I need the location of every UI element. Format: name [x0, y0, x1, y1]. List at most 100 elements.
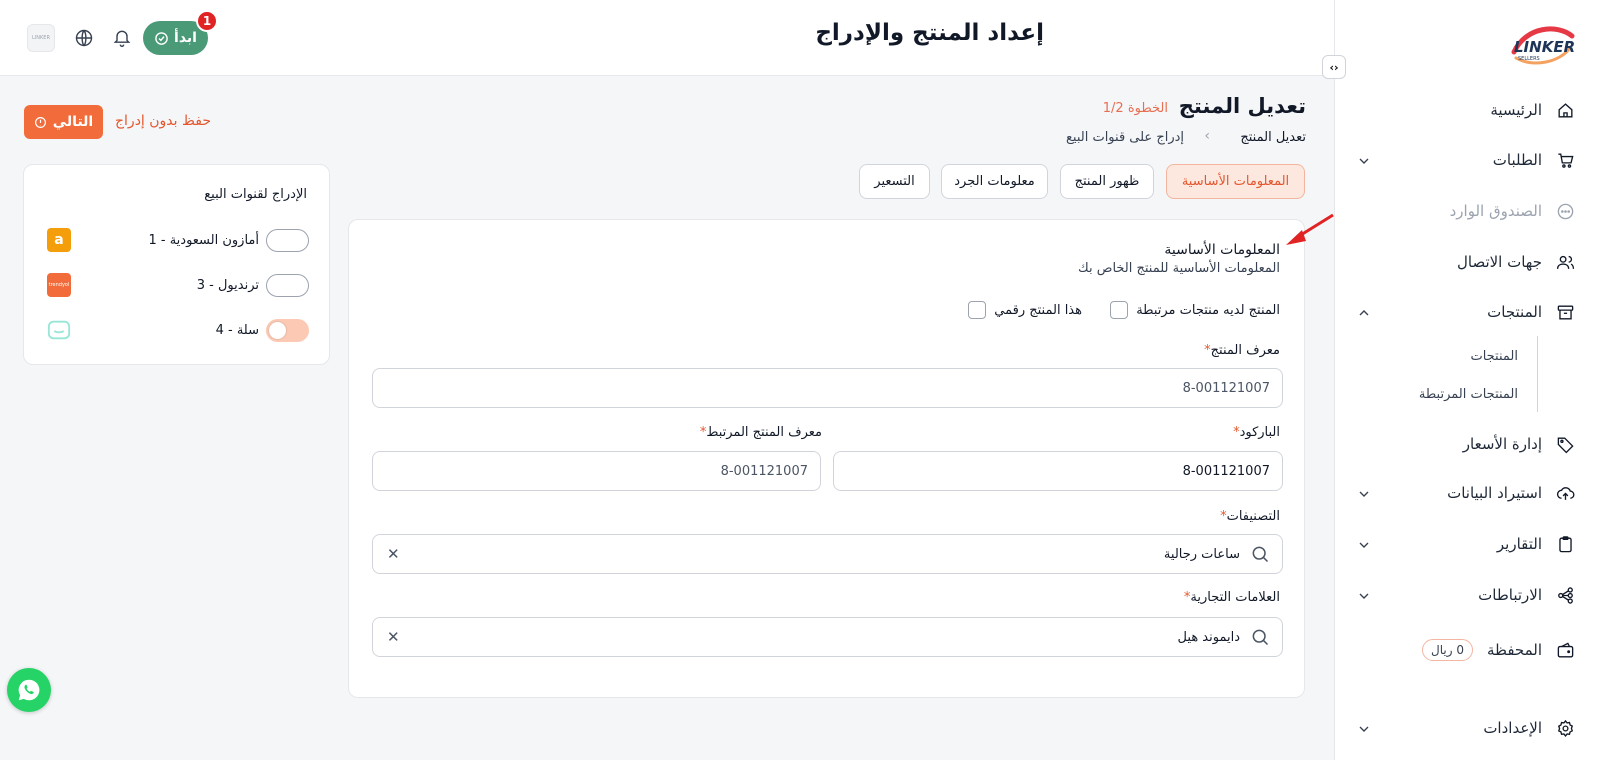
search-icon: [1252, 629, 1269, 646]
sidebar-item-settings[interactable]: الإعدادات: [1356, 713, 1576, 743]
user-avatar-logo[interactable]: LINKER: [27, 24, 55, 52]
chevron-down-icon: [1359, 491, 1369, 497]
related-products-checkbox[interactable]: المنتج لديه منتجات مرتبطة: [1110, 301, 1280, 319]
linked-product-id-input[interactable]: [372, 451, 821, 491]
label-text: معرف المنتج: [1210, 343, 1280, 358]
sidebar-item-contacts[interactable]: جهات الاتصال: [1356, 247, 1576, 277]
chevron-down-icon: [1359, 726, 1369, 732]
checkbox-label: المنتج لديه منتجات مرتبطة: [1136, 302, 1280, 318]
wallet-balance-badge: 0 ريال: [1422, 639, 1473, 661]
search-icon: [1252, 546, 1269, 563]
channel-toggle[interactable]: [266, 274, 309, 297]
label-text: معرف المنتج المرتبط: [706, 425, 822, 440]
trendyol-logo-icon: trendyol: [47, 273, 71, 297]
linked-product-id-label: معرف المنتج المرتبط*: [700, 425, 822, 440]
chevron-up-icon: [1359, 310, 1369, 316]
step-indicator: الخطوة 1/2: [1102, 101, 1168, 116]
users-icon: [1554, 251, 1576, 273]
sidebar-item-label: جهات الاتصال: [1456, 253, 1542, 271]
next-button-label: التالي: [52, 114, 94, 130]
annotation-arrow: [1286, 213, 1334, 245]
sidebar-subitem-linked-products[interactable]: المنتجات المرتبطة: [1419, 387, 1518, 402]
sidebar: LINKER SELLERS الرئيسية الطلبات الصندوق …: [1334, 0, 1600, 760]
sidebar-item-label: الطلبات: [1492, 151, 1542, 169]
categories-select[interactable]: ساعات رجالية ✕: [372, 534, 1283, 574]
bell-icon[interactable]: [110, 26, 134, 50]
channel-toggle[interactable]: [266, 229, 309, 252]
amazon-logo-icon: a: [47, 228, 71, 252]
label-text: التصنيفات: [1226, 509, 1280, 524]
tag-icon: [1554, 433, 1576, 455]
sidebar-item-label: الارتباطات: [1478, 586, 1542, 604]
label-text: العلامات التجارية: [1190, 590, 1280, 605]
channels-title: الإدراج لقنوات البيع: [204, 187, 307, 202]
sidebar-item-label: التقارير: [1496, 535, 1542, 553]
sidebar-item-integrations[interactable]: الارتباطات: [1356, 580, 1576, 610]
whatsapp-icon: [18, 679, 40, 701]
notification-count-badge: 1: [196, 10, 218, 32]
brands-select[interactable]: دايموند هيل ✕: [372, 617, 1283, 657]
product-id-label: معرف المنتج*: [1204, 343, 1280, 358]
collapse-sidebar-button[interactable]: ‹›: [1322, 55, 1346, 79]
sidebar-item-label: الإعدادات: [1483, 719, 1542, 737]
brands-selected-value: دايموند هيل: [1177, 629, 1240, 645]
gear-icon: [1554, 717, 1576, 739]
channel-row-trendyol: ترنديول - 3 trendyol: [24, 272, 331, 300]
breadcrumb-current: تعديل المنتج: [1240, 130, 1306, 145]
sidebar-item-inbox[interactable]: الصندوق الوارد: [1356, 196, 1576, 226]
barcode-input[interactable]: [833, 451, 1283, 491]
chevron-down-icon: [1359, 542, 1369, 548]
checkbox[interactable]: [1110, 301, 1129, 319]
channel-toggle[interactable]: [266, 319, 309, 342]
checkbox[interactable]: [968, 301, 987, 319]
categories-label: التصنيفات*: [1220, 509, 1280, 524]
checkbox-label: هذا المنتج رقمي: [994, 302, 1082, 318]
sidebar-item-home[interactable]: الرئيسية: [1356, 95, 1576, 125]
sales-channels-card: الإدراج لقنوات البيع أمازون السعودية - 1…: [23, 164, 330, 365]
start-button-label: ابدأ: [174, 30, 197, 46]
breadcrumb-next-step[interactable]: إدراج على قنوات البيع: [1066, 130, 1184, 145]
clear-icon[interactable]: ✕: [387, 545, 400, 563]
categories-selected-value: ساعات رجالية: [1163, 546, 1240, 562]
tab-pricing[interactable]: التسعير: [859, 164, 930, 199]
top-header: إعداد المنتج والإدراج ابدأ 1 LINKER: [0, 0, 1334, 76]
channel-label: أمازون السعودية - 1: [148, 233, 259, 248]
svg-text:SELLERS: SELLERS: [1518, 56, 1540, 62]
edit-product-title: تعديل المنتج: [1178, 94, 1306, 118]
clipboard-icon: [1554, 533, 1576, 555]
channel-label: ترنديول - 3: [196, 278, 259, 293]
sidebar-subitem-products[interactable]: المنتجات: [1470, 349, 1518, 364]
box-icon: [1554, 301, 1576, 323]
salla-logo-icon: [47, 318, 71, 342]
sidebar-item-label: استيراد البيانات: [1447, 484, 1542, 502]
globe-icon[interactable]: [72, 26, 96, 50]
sidebar-item-reports[interactable]: التقارير: [1356, 529, 1576, 559]
whatsapp-chat-button[interactable]: [7, 668, 51, 712]
brands-label: العلامات التجارية*: [1184, 590, 1280, 605]
tab-inventory-info[interactable]: معلومات الجرد: [941, 164, 1048, 199]
save-without-listing-link[interactable]: حفظ بدون إدراج: [115, 113, 211, 129]
tab-product-visibility[interactable]: ظهور المنتج: [1060, 164, 1154, 199]
sidebar-item-orders[interactable]: الطلبات: [1356, 145, 1576, 175]
sidebar-item-label: الرئيسية: [1490, 101, 1542, 119]
section-title: المعلومات الأساسية: [1164, 242, 1280, 258]
barcode-label: الباركود*: [1233, 425, 1280, 440]
sidebar-item-wallet[interactable]: المحفظة 0 ريال: [1356, 635, 1576, 665]
basic-info-card: المعلومات الأساسية المعلومات الأساسية لل…: [348, 219, 1305, 698]
next-button[interactable]: التالي: [24, 105, 103, 139]
tab-basic-info[interactable]: المعلومات الأساسية: [1166, 164, 1305, 199]
section-description: المعلومات الأساسية للمنتج الخاص بك: [1078, 261, 1280, 276]
sidebar-item-data-import[interactable]: استيراد البيانات: [1356, 478, 1576, 508]
chevron-down-icon: [1359, 158, 1369, 164]
channel-label: سلة - 4: [215, 323, 259, 338]
chevron-down-icon: [1359, 593, 1369, 599]
cart-icon: [1554, 149, 1576, 171]
channel-row-salla: سلة - 4: [24, 317, 331, 345]
channel-row-amazon: أمازون السعودية - 1 a: [24, 227, 331, 255]
digital-product-checkbox[interactable]: هذا المنتج رقمي: [968, 301, 1082, 319]
product-id-input[interactable]: [372, 368, 1283, 408]
sidebar-item-products[interactable]: المنتجات: [1356, 297, 1576, 327]
clear-icon[interactable]: ✕: [387, 628, 400, 646]
sidebar-item-pricing[interactable]: إدارة الأسعار: [1356, 429, 1576, 459]
brand-logo[interactable]: LINKER SELLERS: [1506, 22, 1576, 68]
